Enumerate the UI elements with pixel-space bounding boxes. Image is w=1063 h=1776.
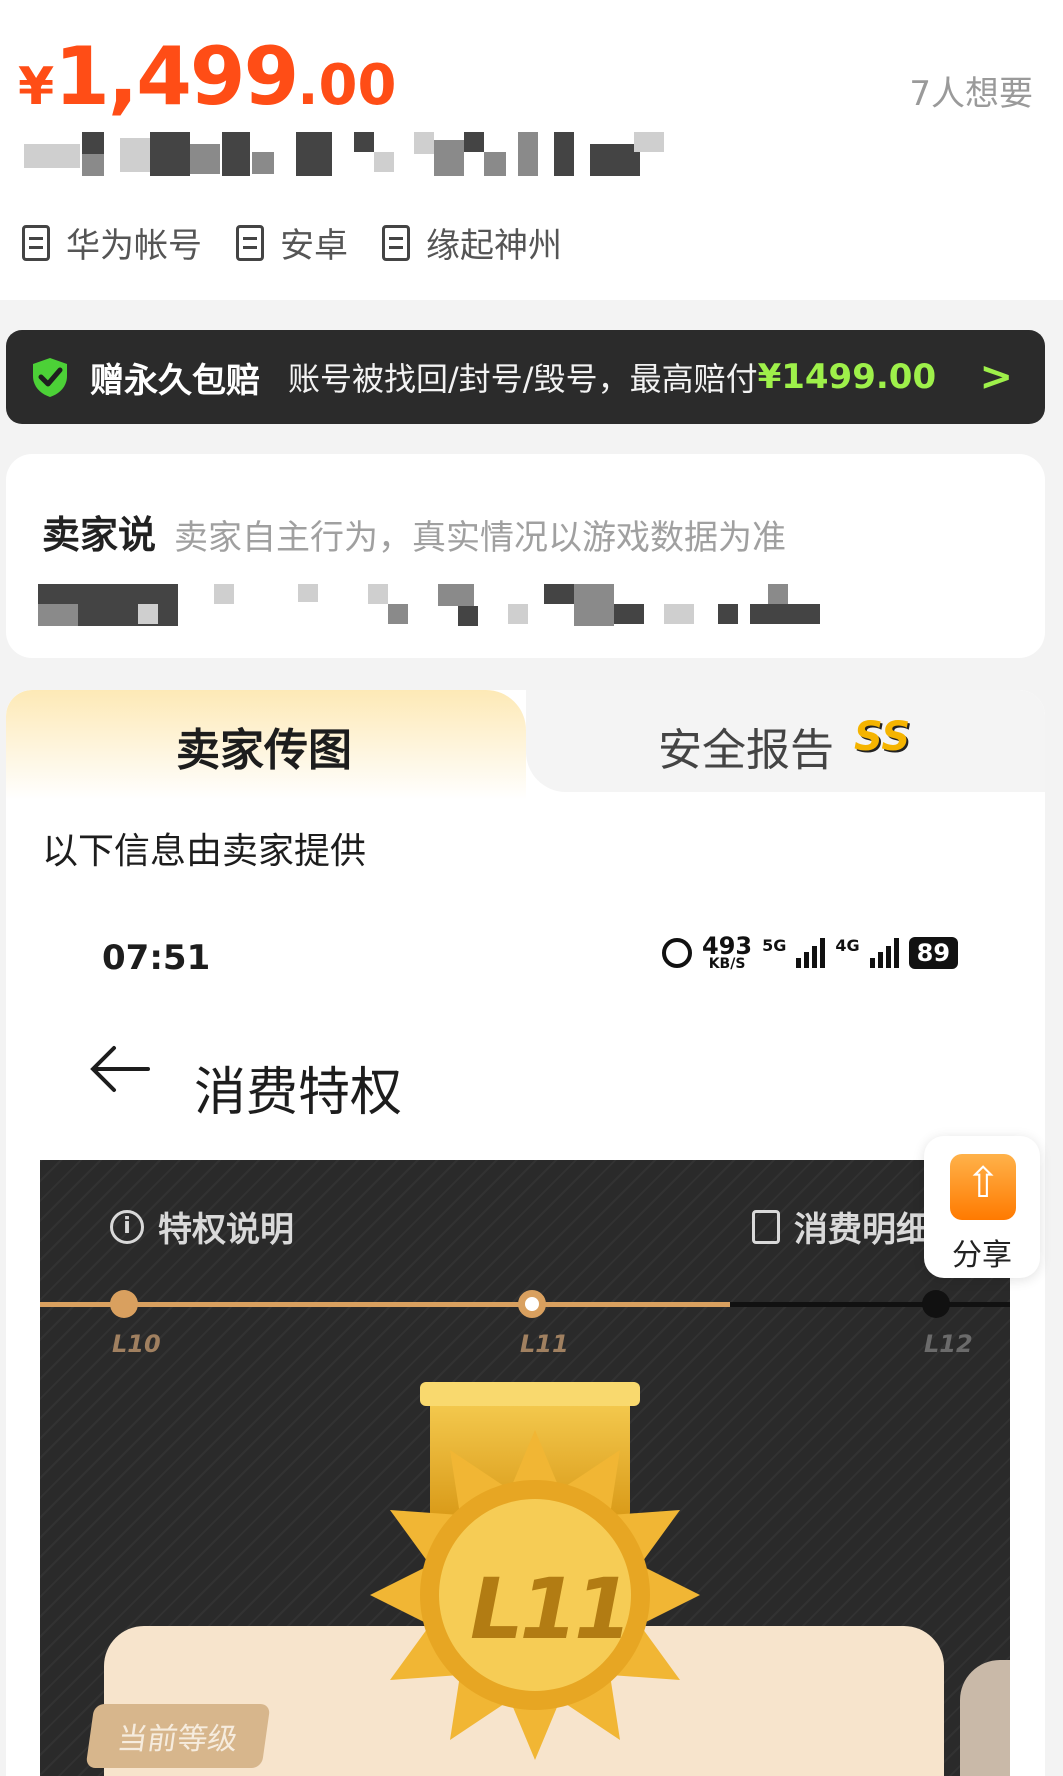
guarantee-amount: ¥1499.00 [757, 357, 937, 397]
medal-ribbon-clasp [420, 1382, 640, 1406]
tag-label: 华为帐号 [66, 226, 202, 266]
privilege-panel: i 特权说明 消费明细 L10 L11 L12 L11 当前等级 [40, 1160, 1010, 1776]
level-track-remaining [730, 1302, 1010, 1307]
blurred-seller-note [38, 584, 938, 630]
blurred-title [24, 132, 704, 178]
signal-icon [796, 938, 826, 969]
level-label: L11 [520, 1330, 569, 1358]
chevron-right-icon: > [979, 354, 1013, 400]
network-5g-label: 5G [762, 936, 787, 955]
share-label: 分享 [952, 1238, 1012, 1273]
media-section: 卖家传图 安全报告 SS 以下信息由卖家提供 07:51 493 KB/S 5G… [6, 690, 1045, 1776]
battery-indicator: 89 [908, 937, 959, 970]
want-count: 7人想要 [909, 74, 1033, 114]
document-icon [22, 224, 50, 261]
tag-server: 缘起神州 [382, 218, 562, 267]
back-arrow-icon [90, 1046, 150, 1092]
guarantee-text: 账号被找回/封号/毁号，最高赔付 [288, 360, 758, 398]
alarm-icon [662, 938, 692, 969]
tag-label: 安卓 [280, 226, 348, 266]
share-icon [950, 1154, 1016, 1220]
tag-label: 缘起神州 [426, 226, 562, 266]
ss-badge-icon: SS [854, 714, 911, 760]
level-dot-current [518, 1290, 546, 1318]
seller-notes-title: 卖家说 [42, 513, 157, 557]
listing-header: ¥1,499.00 7人想要 华为帐号 安卓 缘起神州 [0, 0, 1063, 300]
price: ¥1,499.00 [18, 30, 396, 123]
signal-icon [869, 938, 899, 969]
price-currency: ¥ [18, 57, 55, 117]
seller-notes-disclaimer: 卖家自主行为，真实情况以游戏数据为准 [174, 518, 786, 558]
current-level-tag: 当前等级 [85, 1704, 271, 1768]
privilege-info: i 特权说明 [110, 1202, 294, 1251]
network-4g-label: 4G [835, 936, 860, 955]
level-track-progress [40, 1302, 730, 1307]
guarantee-banner[interactable]: 赠永久包赔 账号被找回/封号/毁号，最高赔付 ¥1499.00 > [6, 330, 1045, 424]
level-dot [922, 1290, 950, 1318]
seller-notes-card: 卖家说 卖家自主行为，真实情况以游戏数据为准 [6, 454, 1045, 658]
consume-detail: 消费明细 [752, 1202, 930, 1251]
tag-platform: 安卓 [236, 218, 348, 267]
share-button[interactable]: 分享 [924, 1136, 1040, 1278]
tab-security-report-label: 安全报告 [658, 725, 834, 776]
provided-by-note: 以下信息由卖家提供 [42, 831, 367, 872]
guarantee-title: 赠永久包赔 [90, 360, 260, 401]
next-level-card [960, 1660, 1010, 1776]
document-icon [752, 1209, 780, 1244]
tab-seller-images-label: 卖家传图 [176, 725, 352, 776]
medal-level-label: L11 [470, 1560, 632, 1658]
tag-list: 华为帐号 安卓 缘起神州 [22, 218, 596, 267]
price-integer: 1,499 [54, 30, 299, 123]
shield-check-icon [33, 358, 67, 397]
embedded-page-title: 消费特权 [194, 1063, 403, 1123]
info-icon: i [110, 1209, 144, 1244]
tag-account: 华为帐号 [22, 218, 202, 267]
network-speed: 493 KB/S [702, 932, 753, 972]
price-decimal: .00 [297, 53, 397, 118]
status-time: 07:51 [102, 938, 211, 978]
level-label: L12 [924, 1330, 973, 1358]
level-dot [110, 1290, 138, 1318]
status-bar: 493 KB/S 5G 4G 89 [662, 932, 959, 972]
document-icon [236, 224, 264, 261]
level-label: L10 [112, 1330, 161, 1358]
document-icon [382, 224, 410, 261]
